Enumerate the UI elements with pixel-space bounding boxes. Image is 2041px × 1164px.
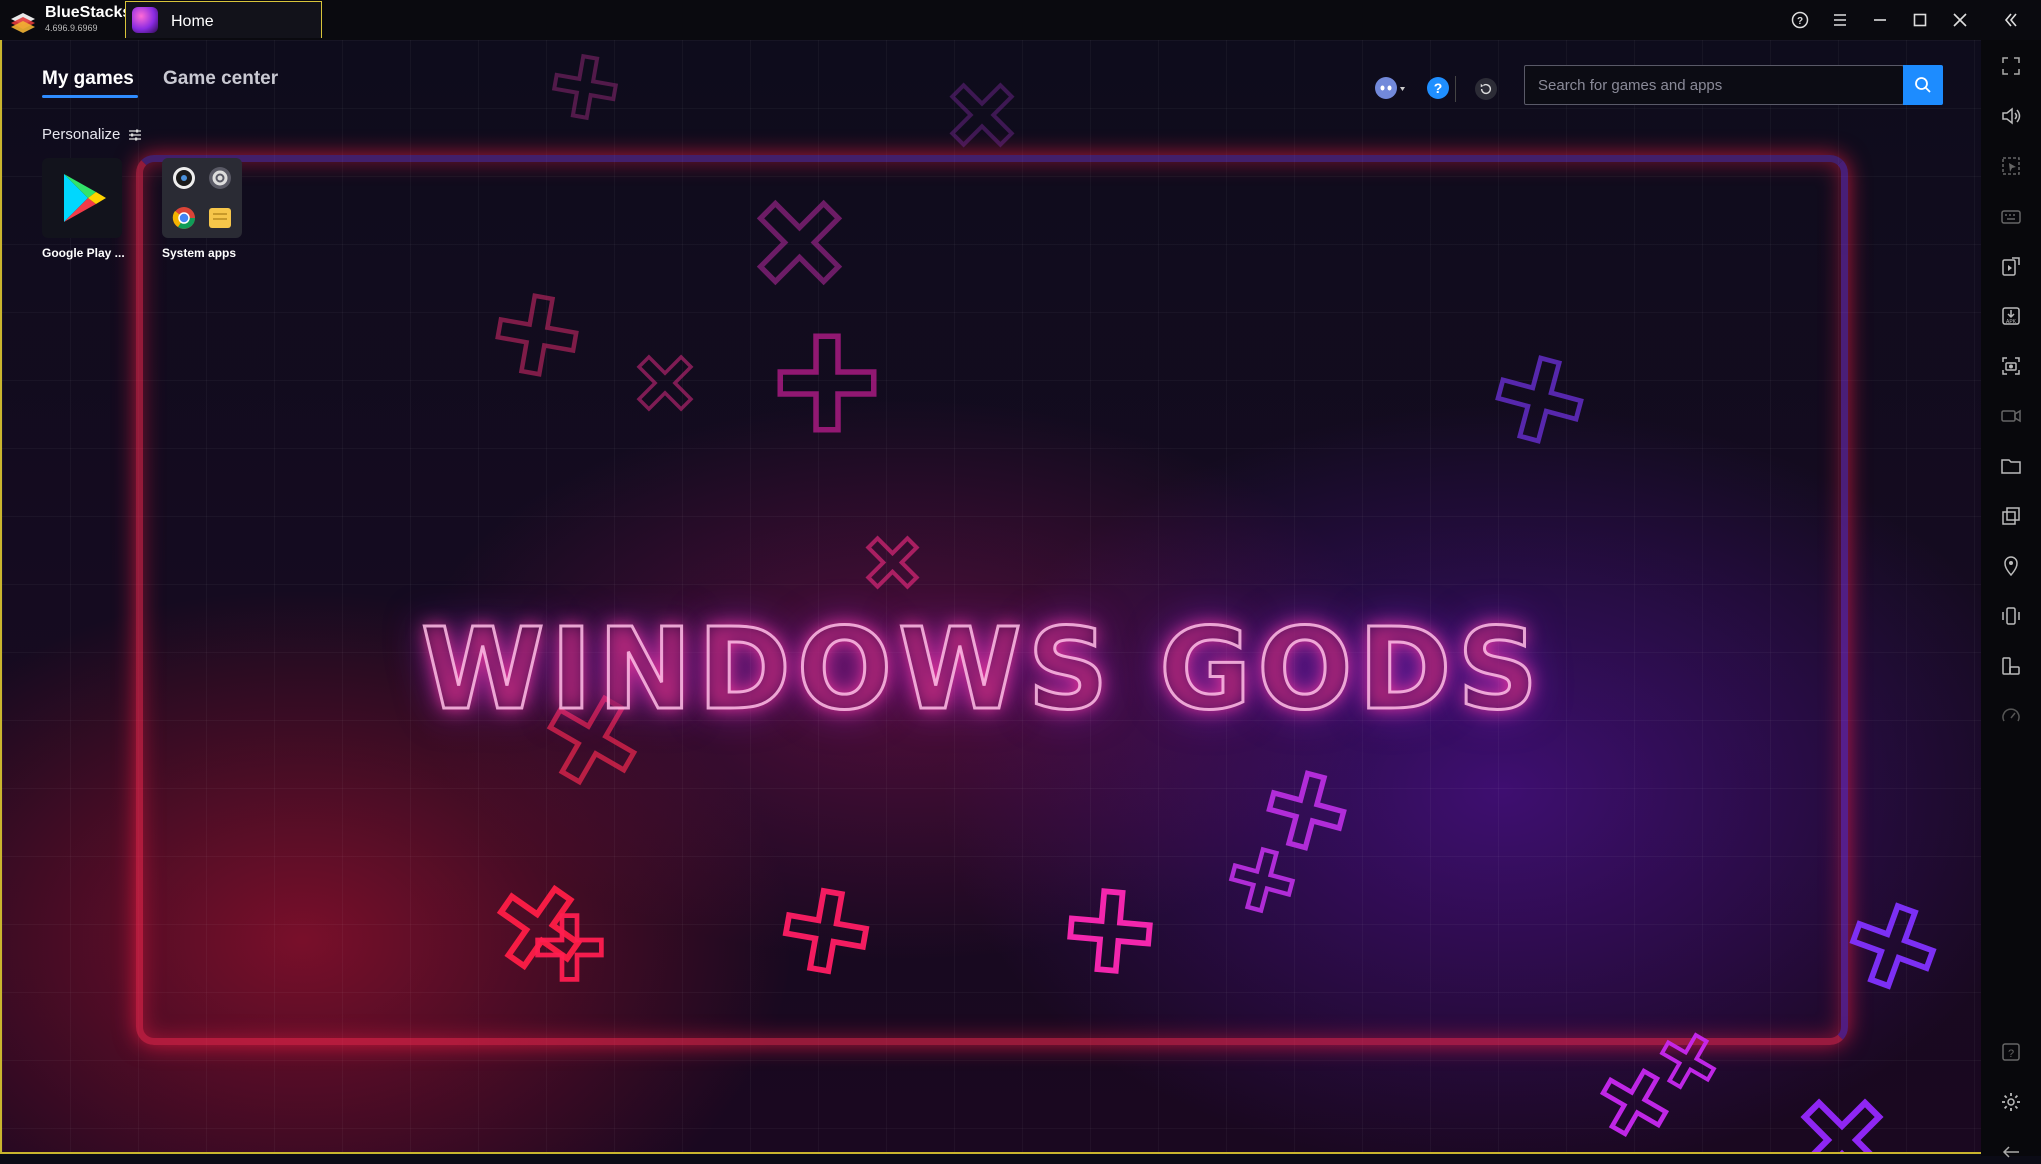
wallpaper-cross-icon bbox=[1492, 352, 1587, 452]
active-tab-indicator bbox=[42, 95, 138, 98]
pointer-icon[interactable] bbox=[1999, 154, 2023, 178]
close-icon[interactable] bbox=[1948, 8, 1972, 32]
wallpaper-cross-icon bbox=[942, 75, 1022, 160]
search-input[interactable] bbox=[1525, 66, 1903, 104]
shake-icon[interactable] bbox=[1999, 604, 2023, 628]
wallpaper-title: WINDOWS GODS bbox=[419, 604, 1545, 737]
wallpaper-cross-icon bbox=[772, 328, 882, 443]
apk-download-icon[interactable]: APK bbox=[1999, 304, 2023, 328]
wallpaper-cross-icon bbox=[1847, 900, 1939, 997]
side-toolbar: APK ? bbox=[1981, 40, 2041, 1158]
help-icon[interactable]: ? bbox=[1999, 1040, 2023, 1064]
install-apk-icon[interactable] bbox=[1999, 254, 2023, 278]
toolbar-divider bbox=[1455, 76, 1456, 102]
app-system-apps[interactable]: System apps bbox=[162, 158, 242, 260]
wallpaper-cross-icon bbox=[860, 530, 925, 600]
svg-text:?: ? bbox=[2008, 1048, 2014, 1060]
tab-my-games[interactable]: My games bbox=[42, 68, 134, 90]
wallpaper-cross-icon bbox=[550, 52, 620, 127]
collapse-sidebar-icon[interactable] bbox=[1999, 8, 2023, 32]
bluestacks-logo bbox=[11, 13, 35, 33]
settings-icon[interactable] bbox=[1999, 1090, 2023, 1114]
search-box bbox=[1524, 65, 1904, 105]
eco-mode-icon[interactable] bbox=[1999, 704, 2023, 728]
volume-icon[interactable] bbox=[1999, 104, 2023, 128]
location-icon[interactable] bbox=[1999, 554, 2023, 578]
tab-home-label: Home bbox=[171, 13, 214, 30]
keyboard-icon[interactable] bbox=[1999, 204, 2023, 228]
app-name: BlueStacks bbox=[45, 4, 132, 21]
app-label: System apps bbox=[162, 246, 237, 260]
wallpaper-cross-icon bbox=[1792, 1090, 1892, 1152]
personalize-button[interactable]: Personalize bbox=[42, 126, 120, 143]
system-apps-folder-icon bbox=[162, 158, 242, 238]
wallpaper-neon-frame bbox=[136, 155, 1848, 1045]
fullscreen-icon[interactable] bbox=[1999, 54, 2023, 78]
svg-text:?: ? bbox=[1797, 16, 1803, 27]
multi-instance-icon[interactable] bbox=[1999, 504, 2023, 528]
wallpaper-cross-icon bbox=[1227, 845, 1297, 920]
maximize-icon[interactable] bbox=[1908, 8, 1932, 32]
google-play-icon bbox=[42, 158, 122, 238]
record-icon[interactable] bbox=[1999, 404, 2023, 428]
tab-home[interactable]: Home bbox=[125, 1, 322, 38]
screenshot-icon[interactable] bbox=[1999, 354, 2023, 378]
back-icon[interactable] bbox=[1999, 1140, 2023, 1164]
title-bar: BlueStacks 4.696.9.6969 Home ? bbox=[0, 0, 2041, 40]
search-icon bbox=[1915, 77, 1931, 93]
wallpaper-cross-icon bbox=[532, 910, 607, 990]
tab-game-center[interactable]: Game center bbox=[163, 68, 278, 90]
minimize-icon[interactable] bbox=[1868, 8, 1892, 32]
discord-button[interactable] bbox=[1374, 76, 1406, 100]
wallpaper-cross-icon bbox=[1064, 885, 1156, 982]
wallpaper-cross-icon bbox=[630, 348, 700, 423]
help-icon[interactable]: ? bbox=[1788, 8, 1812, 32]
rotate-icon[interactable] bbox=[1999, 654, 2023, 678]
wallpaper-cross-icon bbox=[747, 190, 852, 300]
refresh-icon[interactable] bbox=[1475, 78, 1497, 100]
home-tab-icon bbox=[132, 7, 158, 33]
search-button[interactable] bbox=[1903, 65, 1943, 105]
home-screen: WINDOWS GODS My games Game center Person… bbox=[0, 40, 1981, 1154]
help-circle-icon[interactable]: ? bbox=[1427, 77, 1449, 99]
folder-icon[interactable] bbox=[1999, 454, 2023, 478]
app-label: Google Play ... bbox=[42, 246, 125, 260]
app-version: 4.696.9.6969 bbox=[45, 23, 98, 33]
wallpaper-cross-icon bbox=[1657, 1030, 1719, 1097]
wallpaper-cross-icon bbox=[780, 885, 872, 982]
menu-icon[interactable] bbox=[1828, 8, 1852, 32]
svg-text:APK: APK bbox=[2006, 319, 2017, 325]
sliders-icon[interactable] bbox=[128, 128, 142, 142]
wallpaper-cross-icon bbox=[492, 290, 582, 385]
app-google-play[interactable]: Google Play ... bbox=[42, 158, 125, 260]
